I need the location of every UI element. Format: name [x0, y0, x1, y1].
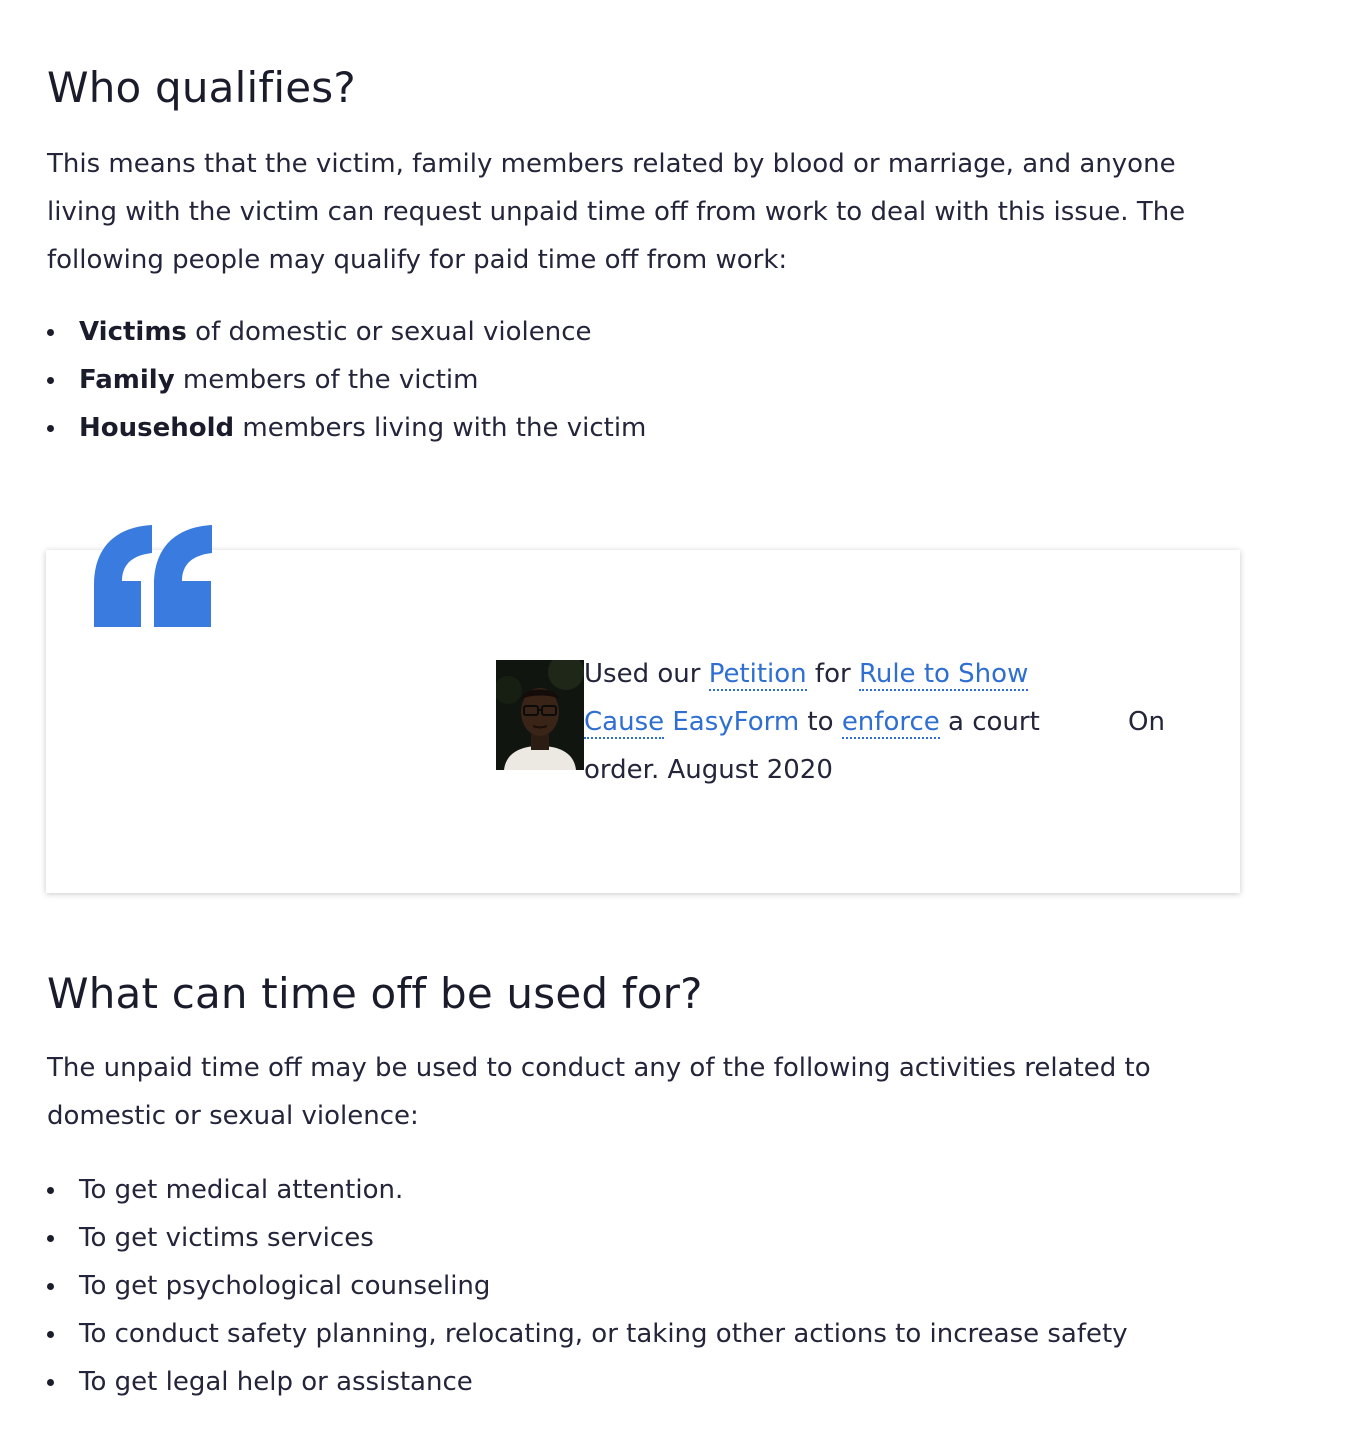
list-item: Victims of domestic or sexual violence — [47, 308, 1147, 356]
list-item: To get legal help or assistance — [47, 1358, 1197, 1406]
testimonial-text-part: Used our — [584, 659, 709, 689]
testimonial-text: Used our Petition for Rule to Show Cause… — [584, 650, 1064, 794]
list-item: To get medical attention. — [47, 1166, 1197, 1214]
list-item-text: members living with the victim — [234, 413, 647, 443]
person-avatar — [496, 660, 584, 770]
time-off-uses-heading: What can time off be used for? — [47, 969, 703, 1018]
petition-link[interactable]: Petition — [708, 659, 807, 691]
testimonial-text-part: for — [806, 659, 859, 689]
easyform-link[interactable]: EasyForm — [664, 707, 799, 737]
who-qualifies-paragraph: This means that the victim, family membe… — [47, 149, 1186, 275]
list-item: Family members of the victim — [47, 356, 1147, 404]
list-item: To get psychological counseling — [47, 1262, 1197, 1310]
list-item: To get victims services — [47, 1214, 1197, 1262]
time-off-uses-paragraph: The unpaid time off may be used to condu… — [47, 1053, 1151, 1131]
list-item: Household members living with the victim — [47, 404, 1147, 452]
testimonial-text-part: to — [799, 707, 842, 737]
quote-icon — [94, 525, 212, 627]
time-off-uses-list: To get medical attention. To get victims… — [47, 1166, 1197, 1406]
list-item: To conduct safety planning, relocating, … — [47, 1310, 1197, 1358]
testimonial-on-label: On — [1128, 707, 1165, 737]
list-item-bold: Victims — [79, 317, 187, 347]
qualifies-list: Victims of domestic or sexual violence F… — [47, 308, 1147, 452]
testimonial-card: Used our Petition for Rule to Show Cause… — [46, 525, 1240, 893]
who-qualifies-heading: Who qualifies? — [47, 63, 356, 112]
list-item-text: members of the victim — [174, 365, 479, 395]
list-item-text: of domestic or sexual violence — [186, 317, 592, 347]
list-item-bold: Family — [79, 365, 175, 395]
list-item-bold: Household — [79, 413, 235, 443]
enforce-link[interactable]: enforce — [841, 707, 940, 739]
